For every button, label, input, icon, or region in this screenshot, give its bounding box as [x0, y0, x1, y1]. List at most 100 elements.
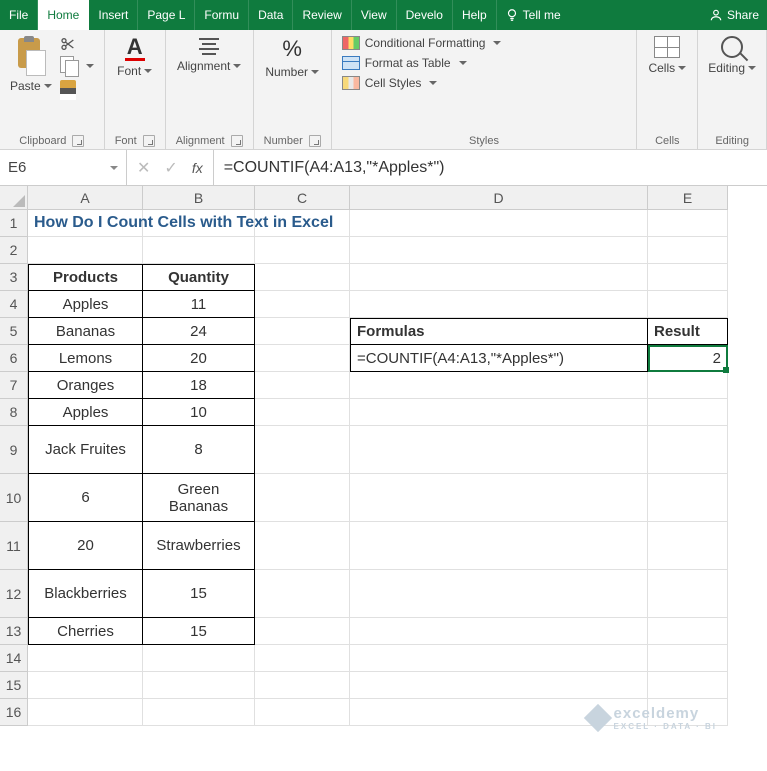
cell[interactable]	[350, 426, 648, 474]
row-header[interactable]: 11	[0, 522, 28, 570]
cell[interactable]: Products	[28, 264, 143, 291]
cell[interactable]	[28, 645, 143, 672]
cell[interactable]: 15	[143, 618, 255, 645]
formula-input[interactable]: =COUNTIF(A4:A13,"*Apples*")	[214, 150, 767, 185]
row-header[interactable]: 13	[0, 618, 28, 645]
col-header[interactable]: C	[255, 186, 350, 210]
row-header[interactable]: 7	[0, 372, 28, 399]
cell[interactable]	[28, 237, 143, 264]
cell[interactable]	[255, 264, 350, 291]
row-header[interactable]: 4	[0, 291, 28, 318]
cell[interactable]	[255, 618, 350, 645]
cell[interactable]	[350, 474, 648, 522]
cell[interactable]: Bananas	[28, 318, 143, 345]
cell[interactable]	[143, 699, 255, 726]
copy-button[interactable]	[60, 56, 94, 76]
cell[interactable]: Strawberries	[143, 522, 255, 570]
row-header[interactable]: 16	[0, 699, 28, 726]
cell[interactable]: Quantity	[143, 264, 255, 291]
cell[interactable]	[648, 426, 728, 474]
format-as-table-button[interactable]: Format as Table	[342, 56, 467, 70]
col-header[interactable]: E	[648, 186, 728, 210]
cell[interactable]: Oranges	[28, 372, 143, 399]
cell[interactable]	[143, 645, 255, 672]
col-header[interactable]: B	[143, 186, 255, 210]
cell[interactable]	[648, 399, 728, 426]
cell[interactable]: 24	[143, 318, 255, 345]
cell[interactable]	[648, 474, 728, 522]
cell[interactable]	[350, 570, 648, 618]
cell[interactable]	[350, 210, 648, 237]
cell[interactable]	[255, 372, 350, 399]
fx-icon[interactable]: fx	[192, 160, 203, 176]
cell[interactable]: Jack Fruites	[28, 426, 143, 474]
cell[interactable]: Result	[648, 318, 728, 345]
cell[interactable]	[648, 372, 728, 399]
number-button[interactable]: % Number	[265, 36, 319, 79]
cell[interactable]	[648, 570, 728, 618]
row-header[interactable]: 8	[0, 399, 28, 426]
col-header[interactable]: A	[28, 186, 143, 210]
cell[interactable]: 6	[28, 474, 143, 522]
tab-page-layout[interactable]: Page L	[138, 0, 195, 30]
paste-button[interactable]: Paste	[10, 36, 52, 93]
cell[interactable]	[255, 699, 350, 726]
cell[interactable]	[255, 291, 350, 318]
dialog-launcher-icon[interactable]	[231, 135, 243, 147]
cell[interactable]	[255, 570, 350, 618]
cell[interactable]	[350, 372, 648, 399]
editing-button[interactable]: Editing	[708, 36, 756, 75]
cell[interactable]	[648, 210, 728, 237]
row-header[interactable]: 6	[0, 345, 28, 372]
tab-data[interactable]: Data	[249, 0, 293, 30]
tab-formulas[interactable]: Formu	[195, 0, 249, 30]
tab-review[interactable]: Review	[293, 0, 351, 30]
cell-styles-button[interactable]: Cell Styles	[342, 76, 438, 90]
cell[interactable]	[143, 237, 255, 264]
row-header[interactable]: 12	[0, 570, 28, 618]
cell-selected[interactable]: 2	[648, 345, 728, 372]
row-header[interactable]: 14	[0, 645, 28, 672]
cell[interactable]: Apples	[28, 399, 143, 426]
cell[interactable]	[255, 210, 350, 237]
cell[interactable]: 11	[143, 291, 255, 318]
cell[interactable]: Apples	[28, 291, 143, 318]
cut-button[interactable]	[60, 36, 94, 52]
cell[interactable]	[350, 618, 648, 645]
row-header[interactable]: 2	[0, 237, 28, 264]
enter-icon[interactable]: ✓	[164, 158, 177, 178]
alignment-button[interactable]: Alignment	[177, 36, 241, 73]
cell[interactable]	[28, 672, 143, 699]
cell[interactable]: Lemons	[28, 345, 143, 372]
cell[interactable]	[648, 522, 728, 570]
row-header[interactable]: 3	[0, 264, 28, 291]
tab-file[interactable]: File	[0, 0, 38, 30]
cell[interactable]	[255, 474, 350, 522]
cell[interactable]	[350, 291, 648, 318]
cell[interactable]	[255, 318, 350, 345]
cell[interactable]	[350, 672, 648, 699]
select-all-corner[interactable]	[0, 186, 28, 210]
cells-button[interactable]: Cells	[647, 36, 687, 75]
row-header[interactable]: 15	[0, 672, 28, 699]
format-painter-button[interactable]	[60, 80, 94, 100]
cell[interactable]	[648, 264, 728, 291]
cell[interactable]	[648, 618, 728, 645]
cell[interactable]	[350, 645, 648, 672]
dialog-launcher-icon[interactable]	[143, 135, 155, 147]
share-button[interactable]: Share	[701, 0, 767, 30]
row-header[interactable]: 9	[0, 426, 28, 474]
cell[interactable]	[28, 699, 143, 726]
font-button[interactable]: A Font	[115, 36, 155, 78]
cell[interactable]: 20	[143, 345, 255, 372]
cell[interactable]	[648, 291, 728, 318]
cell[interactable]: 15	[143, 570, 255, 618]
row-header[interactable]: 5	[0, 318, 28, 345]
conditional-formatting-button[interactable]: Conditional Formatting	[342, 36, 502, 50]
cell[interactable]: 18	[143, 372, 255, 399]
dialog-launcher-icon[interactable]	[72, 135, 84, 147]
cell[interactable]	[648, 645, 728, 672]
tab-home[interactable]: Home	[38, 0, 89, 30]
cell[interactable]: Formulas	[350, 318, 648, 345]
tell-me[interactable]: Tell me	[497, 0, 569, 30]
